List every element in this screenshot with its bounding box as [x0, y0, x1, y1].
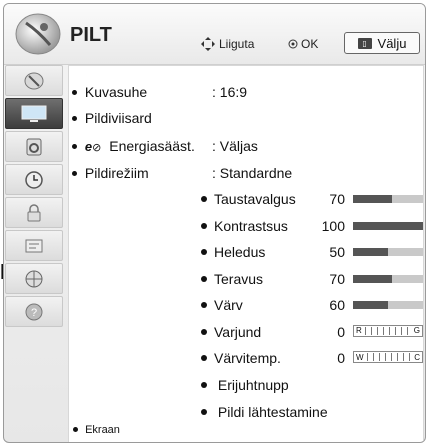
level-bar[interactable] — [353, 195, 423, 203]
level-bar[interactable] — [353, 301, 423, 309]
level-bar-fill — [353, 274, 392, 283]
ok-button-icon — [288, 39, 298, 49]
setting-value: 100 — [321, 217, 345, 234]
setting-label: Värv — [201, 297, 243, 313]
setting-label: Kontrastsus — [201, 218, 288, 234]
ok-hint: OK — [288, 37, 318, 51]
menu-header: PILT Liiguta OK ▯ Välju — [4, 4, 425, 65]
balance-scale[interactable]: WC — [353, 351, 423, 363]
help-icon: ? — [25, 303, 43, 320]
aspect-label: Kuvasuhe — [84, 84, 148, 100]
network-icon — [25, 270, 43, 287]
scale-left-label: W — [356, 352, 364, 362]
picture-settings-panel: Kuvasuhe : 16:9 Pildiviisard e⊘ Energias… — [68, 65, 425, 442]
sidebar-item-setup[interactable] — [5, 65, 63, 96]
move-hint-label: Liiguta — [219, 37, 255, 51]
page-title: PILT — [70, 24, 112, 46]
expert-label: Erijuhtnupp — [217, 377, 289, 393]
setting-value: 70 — [329, 191, 345, 207]
exit-button[interactable]: ▯ Välju — [344, 32, 420, 54]
menu-item-expert-control[interactable]: Erijuhtnupp — [201, 377, 289, 393]
menu-item-picture-mode[interactable]: Pildirežiim : Standardne — [72, 165, 292, 181]
sidebar-item-network[interactable] — [5, 263, 63, 294]
exit-key-icon: ▯ — [357, 37, 372, 49]
setting-row[interactable]: Taustavalgus 70 — [201, 191, 425, 207]
svg-text:?: ? — [31, 307, 37, 319]
setting-label: Teravus — [201, 271, 263, 287]
level-bar[interactable] — [353, 221, 423, 230]
lock-icon — [27, 203, 41, 221]
energy-value: : Väljas — [212, 138, 258, 154]
scale-left-label: R — [356, 326, 362, 335]
picture-menu-window: PILT Liiguta OK ▯ Välju ? Kuvasuhe: 16:… — [3, 3, 426, 443]
level-bar-fill — [353, 195, 392, 203]
sidebar-item-picture[interactable] — [5, 98, 63, 129]
sidebar-item-time[interactable] — [5, 164, 63, 195]
aspect-value: : 16:9 — [212, 84, 248, 100]
setting-row[interactable]: Värv 60 — [201, 297, 425, 313]
setting-label: Heledus — [201, 244, 265, 260]
mode-label: Pildirežiim — [84, 165, 149, 181]
level-bar-fill — [353, 301, 388, 309]
energy-label: Energiasääst. — [109, 138, 195, 154]
level-bar-fill — [353, 248, 388, 256]
setting-row[interactable]: Kontrastsus 100 — [201, 218, 425, 234]
menu-item-picture-reset[interactable]: Pildi lähtestamine — [201, 404, 328, 420]
wizard-label: Pildiviisard — [84, 110, 152, 126]
setting-label: Varjund — [201, 324, 261, 340]
leaf-icon: ⊘ — [92, 142, 102, 154]
setting-value: 50 — [329, 244, 345, 260]
menu-item-picture-wizard[interactable]: Pildiviisard — [72, 110, 152, 126]
satellite-dish-icon — [15, 13, 61, 55]
setting-row[interactable]: Heledus 50 — [201, 244, 425, 260]
sidebar-item-options[interactable] — [5, 230, 63, 261]
level-bar[interactable] — [353, 248, 423, 256]
ok-hint-label: OK — [301, 37, 319, 51]
exit-label: Välju — [377, 35, 407, 51]
setting-value: 0 — [337, 350, 345, 366]
speaker-icon — [26, 138, 42, 155]
sidebar-item-support[interactable]: ? — [5, 296, 63, 327]
setting-row[interactable]: Värvitemp. 0 W C — [201, 350, 425, 366]
scale-right-label: C — [414, 352, 420, 362]
arrows-icon — [201, 37, 215, 51]
setting-row[interactable]: Varjund 0 R G — [201, 324, 425, 340]
sidebar-item-lock[interactable] — [5, 197, 63, 228]
setting-value: 60 — [329, 297, 345, 313]
menu-item-aspect[interactable]: Kuvasuhe : 16:9 — [72, 84, 247, 100]
screen-label: Ekraan — [85, 424, 120, 436]
setting-value: 0 — [337, 323, 345, 340]
options-icon — [25, 239, 43, 252]
level-bar-fill — [353, 221, 423, 230]
sidebar-item-audio[interactable] — [5, 131, 63, 162]
move-hint: Liiguta — [201, 37, 254, 51]
scale-ticks — [366, 353, 412, 361]
setting-label: Värvitemp. — [201, 350, 281, 366]
clock-icon — [25, 170, 43, 189]
scale-ticks — [364, 326, 411, 335]
mode-value: : Standardne — [212, 165, 293, 181]
balance-scale[interactable]: RG — [353, 324, 423, 337]
setting-label: Taustavalgus — [201, 191, 296, 207]
scale-right-label: G — [413, 326, 420, 335]
monitor-icon — [21, 105, 47, 122]
setting-row[interactable]: Teravus 70 — [201, 271, 425, 287]
level-bar[interactable] — [353, 274, 423, 283]
category-sidebar: ? — [5, 65, 65, 330]
menu-item-energy-saving[interactable]: e⊘ Energiasääst. : Väljas — [72, 138, 258, 154]
satellite-icon — [24, 72, 44, 89]
setting-value: 70 — [329, 270, 345, 287]
menu-item-screen[interactable]: Ekraan — [73, 424, 120, 436]
reset-label: Pildi lähtestamine — [217, 404, 328, 420]
